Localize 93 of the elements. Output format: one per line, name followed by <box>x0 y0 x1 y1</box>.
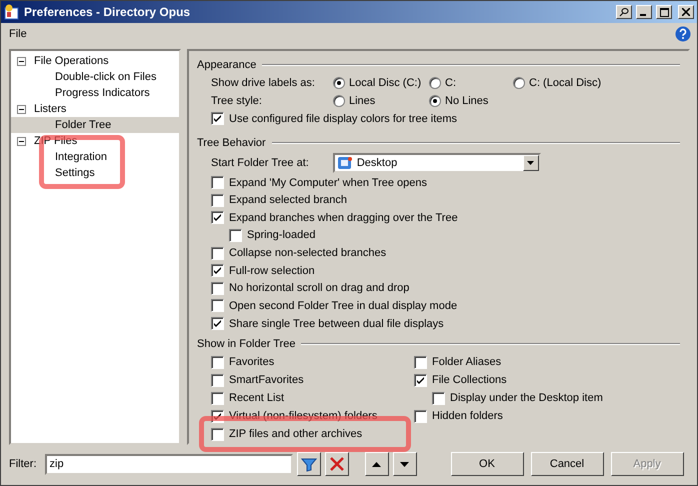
radio-label: Local Disc (C:) <box>349 77 422 90</box>
tree-item[interactable]: Settings <box>11 165 179 181</box>
tree-item[interactable]: Integration <box>11 149 179 165</box>
dialog-button[interactable]: OK <box>450 452 524 476</box>
check-icon <box>213 213 222 222</box>
check-icon <box>213 114 222 124</box>
checkbox-label: Expand branches when dragging over the Tree <box>229 212 458 224</box>
collapse-icon[interactable] <box>17 104 26 114</box>
check-icon <box>213 319 222 328</box>
checkbox-label: Share single Tree between dual file displays <box>229 318 444 330</box>
field-label: Show drive labels as: <box>211 77 316 90</box>
checkbox[interactable] <box>211 299 224 312</box>
close-button[interactable] <box>678 5 694 19</box>
checkbox-label: Recent List <box>229 392 284 404</box>
checkbox-label: Expand 'My Computer' when Tree opens <box>229 176 428 188</box>
radio-button[interactable] <box>429 77 441 90</box>
checkbox[interactable] <box>211 246 224 260</box>
tree-item[interactable]: File Operations <box>11 53 179 69</box>
radio-label: No Lines <box>445 95 488 108</box>
checkbox[interactable] <box>211 264 224 278</box>
minimize-button[interactable] <box>636 5 652 19</box>
dialog-button[interactable]: Cancel <box>530 452 604 476</box>
funnel-icon <box>300 456 316 472</box>
checkbox[interactable] <box>211 317 224 330</box>
checkbox[interactable] <box>414 410 427 423</box>
checkbox-label: No horizontal scroll on drag and drop <box>229 282 410 294</box>
checkbox-label: ZIP files and other archives <box>229 428 362 440</box>
check-icon <box>213 266 222 276</box>
group-title: Appearance <box>197 59 256 72</box>
tree-item[interactable]: ZIP Files <box>11 133 179 149</box>
close-icon <box>330 457 344 471</box>
maximize-icon <box>660 8 668 16</box>
checkbox-label: SmartFavorites <box>229 374 304 386</box>
menu-item[interactable]: File <box>7 28 29 40</box>
checkbox[interactable] <box>414 356 427 369</box>
checkbox-label: Virtual (non-filesystem) folders <box>229 410 378 422</box>
checkbox-label: Collapse non-selected branches <box>229 247 386 260</box>
move-down-button[interactable] <box>392 452 416 476</box>
check-icon <box>416 376 425 385</box>
filter-button[interactable] <box>296 452 320 476</box>
field-label: Tree style: <box>211 95 263 108</box>
radio-label: Lines <box>349 95 376 108</box>
radio-button[interactable] <box>333 95 345 108</box>
checkbox-label: Use configured file display colors for tree items <box>229 112 458 125</box>
checkbox[interactable] <box>414 374 427 387</box>
help-icon[interactable] <box>675 26 691 42</box>
checkbox-label: Spring-loaded <box>247 229 316 242</box>
filter-label: Filter: <box>9 458 36 470</box>
radio-label: C: (Local Disc) <box>529 77 602 90</box>
close-icon <box>682 8 690 16</box>
group-title: Show in Folder Tree <box>197 338 296 350</box>
radio-button[interactable] <box>513 77 525 90</box>
folder-dropdown[interactable]: Desktop <box>332 152 541 173</box>
checkbox[interactable] <box>211 392 224 405</box>
radio-button[interactable] <box>429 95 441 108</box>
checkbox[interactable] <box>211 282 224 295</box>
checkbox[interactable] <box>432 392 445 405</box>
checkbox[interactable] <box>211 428 224 441</box>
pin-button[interactable] <box>616 5 632 19</box>
tree-item[interactable]: Progress Indicators <box>11 85 179 101</box>
maximize-button[interactable] <box>656 5 672 19</box>
checkbox-label: Hidden folders <box>432 410 503 422</box>
checkbox-label: Folder Aliases <box>432 356 502 368</box>
down-arrow-icon <box>400 462 409 466</box>
checkbox[interactable] <box>211 374 224 387</box>
tree-item[interactable]: Double-click on Files <box>11 69 179 85</box>
group-title: Tree Behavior <box>197 136 266 149</box>
clear-button[interactable] <box>324 452 348 476</box>
checkbox[interactable] <box>229 228 242 242</box>
field-label: Start Folder Tree at: <box>211 156 309 169</box>
app-icon <box>4 4 20 20</box>
checkbox[interactable] <box>211 194 224 207</box>
collapse-icon[interactable] <box>17 136 26 146</box>
checkbox-label: Full-row selection <box>229 264 315 277</box>
tree-item[interactable]: Folder Tree <box>11 117 179 133</box>
radio-label: C: <box>445 77 456 90</box>
checkbox[interactable] <box>211 356 224 369</box>
desktop-icon <box>336 154 353 171</box>
checkbox-label: Favorites <box>229 356 274 368</box>
checkbox[interactable] <box>211 112 224 126</box>
up-arrow-icon <box>372 462 381 466</box>
checkbox[interactable] <box>211 176 224 189</box>
filter-field[interactable]: zip <box>44 454 292 474</box>
checkbox[interactable] <box>211 211 224 224</box>
checkbox-label: Open second Folder Tree in dual display mode <box>229 300 458 312</box>
tree-item[interactable]: Listers <box>11 101 179 117</box>
collapse-icon[interactable] <box>17 56 26 66</box>
radio-button[interactable] <box>333 77 345 90</box>
checkbox-label: Display under the Desktop item <box>450 392 603 404</box>
checkbox-label: Expand selected branch <box>229 194 348 206</box>
move-up-button[interactable] <box>364 452 388 476</box>
checkbox-label: File Collections <box>432 374 507 386</box>
window-title: Preferences - Directory Opus <box>24 5 192 19</box>
